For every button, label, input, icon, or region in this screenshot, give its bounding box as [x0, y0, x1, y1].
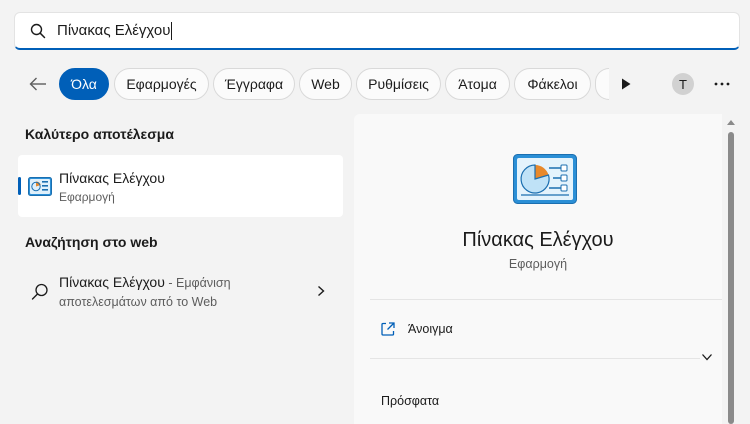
web-result-suffix: - Εμφάνιση	[164, 276, 231, 290]
search-icon	[30, 282, 50, 302]
filter-chip-all[interactable]: Όλα	[59, 68, 109, 100]
detail-subtitle: Εφαρμογή	[508, 257, 568, 271]
selection-indicator	[18, 177, 21, 195]
control-panel-icon	[28, 177, 52, 196]
control-panel-large-icon	[513, 154, 577, 204]
open-external-icon	[380, 321, 396, 337]
open-label: Άνοιγμα	[408, 322, 453, 336]
best-match-item[interactable]: Πίνακας Ελέγχου Εφαρμογή	[18, 155, 343, 217]
scrollbar[interactable]	[722, 114, 740, 424]
best-match-title: Πίνακας Ελέγχου	[59, 170, 165, 186]
more-options-icon[interactable]	[708, 70, 736, 98]
filter-chip-folders[interactable]: Φάκελοι	[514, 68, 591, 100]
chevron-down-icon[interactable]	[700, 350, 716, 366]
open-action[interactable]: Άνοιγμα	[370, 314, 700, 344]
filter-chip-people[interactable]: Άτομα	[445, 68, 510, 100]
best-match-subtitle: Εφαρμογή	[59, 190, 115, 204]
back-arrow-icon[interactable]	[24, 70, 52, 98]
search-input[interactable]: Πίνακας Ελέγχου	[57, 22, 170, 39]
scrollbar-thumb[interactable]	[728, 132, 734, 424]
text-caret	[171, 21, 173, 40]
web-result-description: αποτελεσμάτων από το Web	[59, 295, 218, 309]
search-box[interactable]: Πίνακας Ελέγχου	[14, 12, 740, 50]
filter-chip-apps[interactable]: Εφαρμογές	[114, 68, 209, 100]
filter-bar: Όλα Εφαρμογές Έγγραφα Web Ρυθμίσεις Άτομ…	[0, 66, 750, 102]
chevron-right-icon	[314, 284, 328, 298]
web-result-title: Πίνακας Ελέγχου	[59, 274, 165, 290]
filter-chip-overflow[interactable]	[595, 68, 609, 100]
web-search-heading: Αναζήτηση στο web	[25, 234, 158, 250]
filter-chip-web[interactable]: Web	[299, 68, 352, 100]
detail-title: Πίνακας Ελέγχου	[462, 229, 614, 251]
play-icon[interactable]	[612, 70, 640, 98]
search-icon	[29, 22, 47, 40]
divider	[370, 358, 700, 359]
best-match-heading: Καλύτερο αποτέλεσμα	[25, 126, 174, 142]
filter-chip-settings[interactable]: Ρυθμίσεις	[356, 68, 441, 100]
filter-chip-documents[interactable]: Έγγραφα	[213, 68, 295, 100]
detail-panel: Πίνακας Ελέγχου Εφαρμογή Άνοιγμα Πρόσφατ…	[354, 114, 722, 424]
divider	[370, 299, 722, 300]
avatar[interactable]: T	[672, 73, 694, 95]
recent-heading: Πρόσφατα	[381, 394, 440, 408]
web-result-item[interactable]: Πίνακας Ελέγχου - Εμφάνιση αποτελεσμάτων…	[18, 262, 343, 324]
scroll-up-arrow-icon[interactable]	[727, 120, 735, 125]
